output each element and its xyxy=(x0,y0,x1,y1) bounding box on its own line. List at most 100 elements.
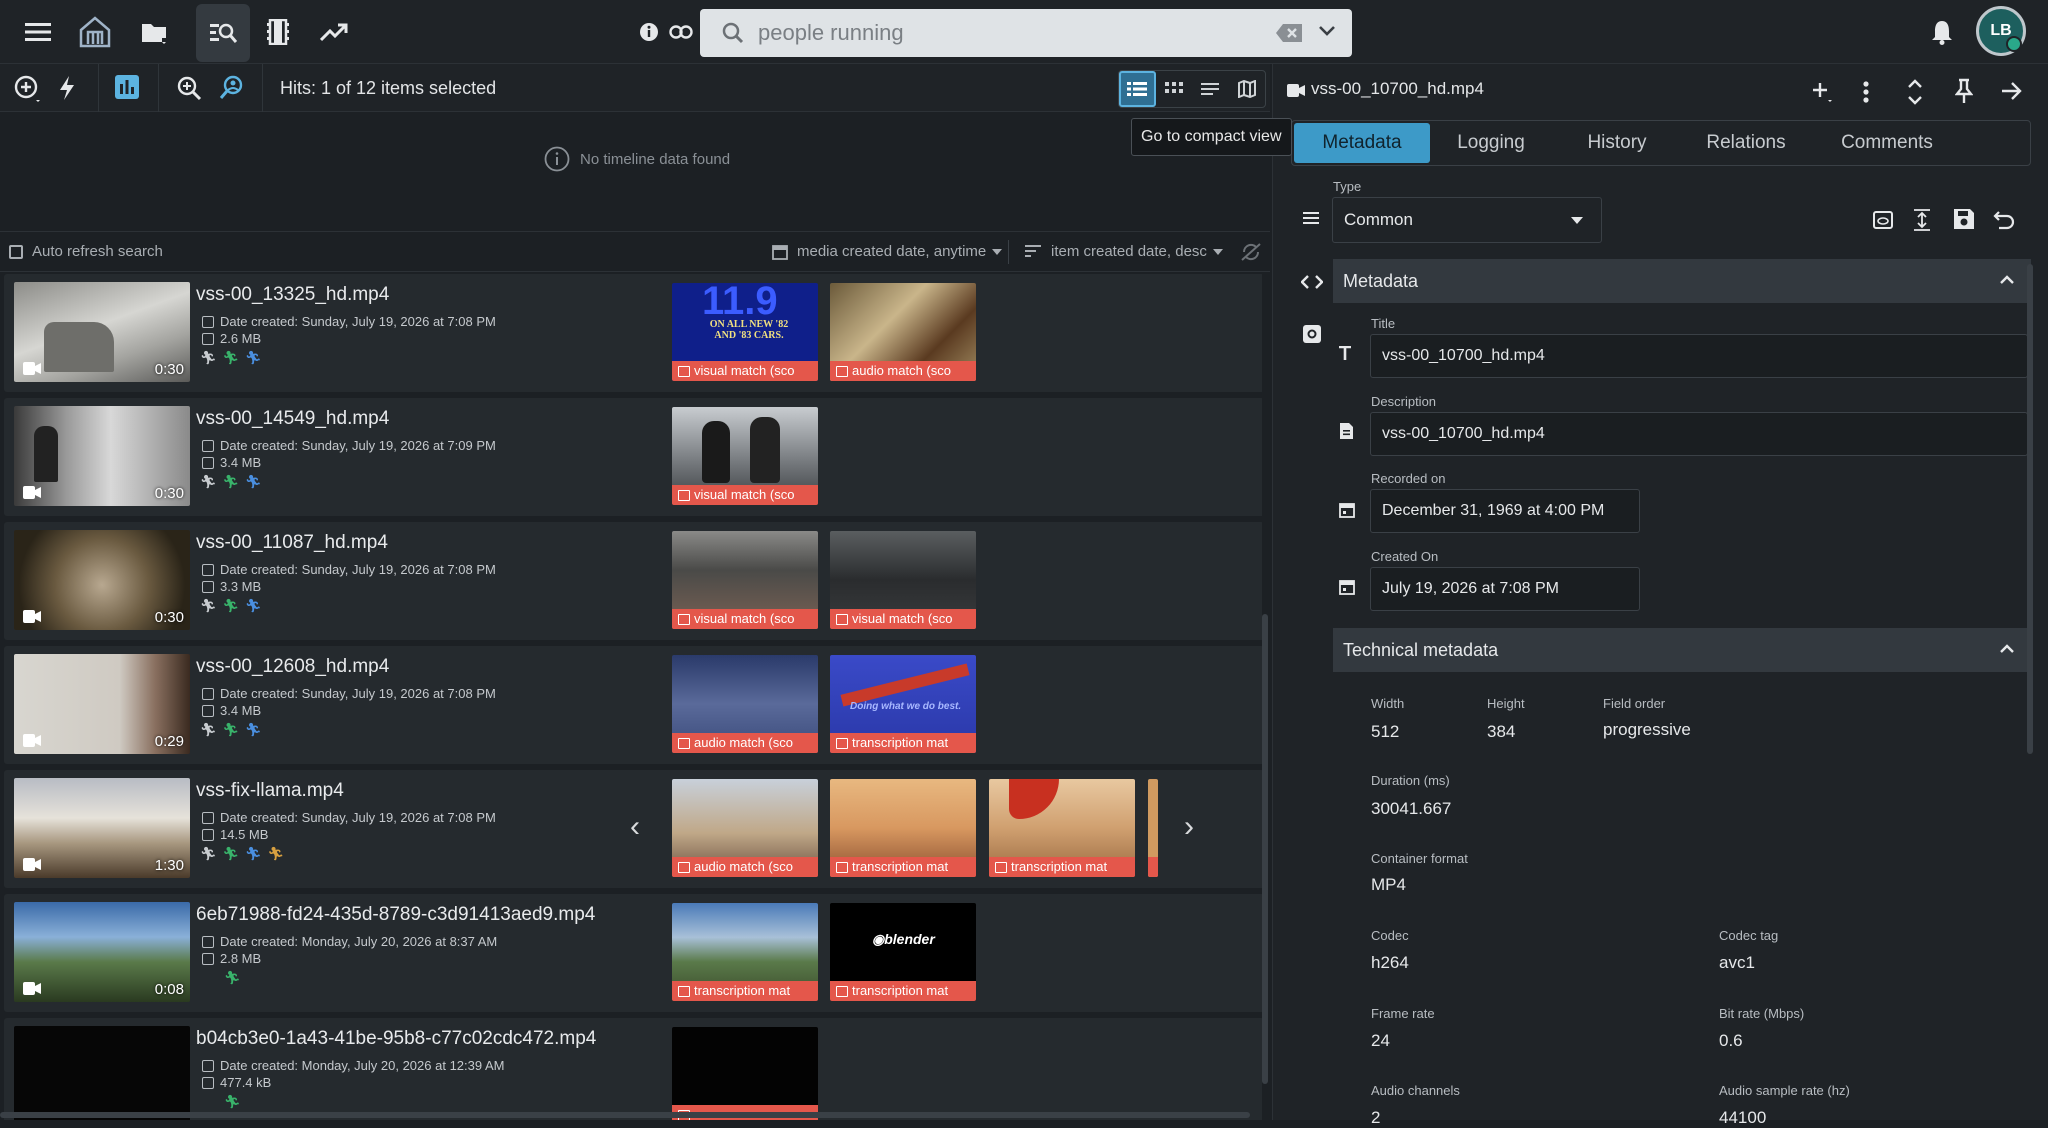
video-thumbnail[interactable]: 0:30 xyxy=(14,406,190,506)
undo-icon[interactable] xyxy=(1993,210,2015,230)
match-thumbnail[interactable]: transcription mat xyxy=(672,903,818,1001)
result-filename[interactable]: vss-00_12608_hd.mp4 xyxy=(196,656,389,678)
chevron-left-icon[interactable]: ‹ xyxy=(630,810,640,844)
add-icon[interactable] xyxy=(1811,81,1833,103)
more-vertical-icon[interactable] xyxy=(1863,81,1869,103)
video-thumbnail[interactable]: 0:29 xyxy=(14,654,190,754)
trending-icon[interactable] xyxy=(314,12,354,52)
result-row[interactable]: 0:29 vss-00_12608_hd.mp4 Date created: S… xyxy=(4,646,1262,764)
person-search-icon[interactable] xyxy=(219,75,245,101)
chevron-right-icon[interactable]: › xyxy=(1184,810,1194,844)
created-on-field[interactable]: July 19, 2026 at 7:08 PM xyxy=(1370,567,1640,611)
calendar-icon xyxy=(202,1059,214,1072)
metadata-section-header[interactable]: Metadata xyxy=(1333,259,2031,303)
home-logo-icon[interactable] xyxy=(74,12,116,52)
add-circle-icon[interactable] xyxy=(14,75,42,103)
lightning-icon[interactable] xyxy=(58,75,76,101)
description-field[interactable]: vss-00_10700_hd.mp4 xyxy=(1370,412,2028,456)
vertical-align-icon[interactable] xyxy=(1913,208,1931,232)
date-filter[interactable]: media created date, anytime xyxy=(797,243,986,260)
match-thumbnail[interactable]: 11.9 ON ALL NEW '82 AND '83 CARS. visual… xyxy=(672,283,818,381)
tab-history[interactable]: History xyxy=(1550,121,1684,165)
match-thumbnail[interactable]: visual match (sco xyxy=(672,407,818,505)
search-view-icon[interactable] xyxy=(196,4,250,62)
arrow-right-icon[interactable] xyxy=(2001,81,2023,101)
analysis-badges: 🏃︎ 🏃︎ 🏃︎ 🏃︎ xyxy=(200,846,284,862)
analysis-badges: 🏃︎ 🏃︎ 🏃︎ xyxy=(200,598,262,614)
match-thumbnail[interactable]: visual match (sco xyxy=(672,531,818,629)
video-thumbnail[interactable]: 0:30 xyxy=(14,530,190,630)
sync-off-icon[interactable] xyxy=(1240,242,1262,262)
horizontal-scrollbar[interactable] xyxy=(0,1112,1250,1118)
film-icon[interactable] xyxy=(258,12,298,52)
pin-icon[interactable] xyxy=(1955,78,1973,104)
technical-section-header[interactable]: Technical metadata xyxy=(1333,628,2031,672)
tab-relations[interactable]: Relations xyxy=(1684,121,1808,165)
sort-caret-icon[interactable] xyxy=(1213,249,1223,255)
result-filename[interactable]: b04cb3e0-1a43-41be-95b8-c77c02cdc472.mp4 xyxy=(196,1028,596,1050)
result-row[interactable]: 0:30 vss-00_14549_hd.mp4 Date created: S… xyxy=(4,398,1262,516)
bell-icon[interactable] xyxy=(1922,12,1962,52)
search-input[interactable] xyxy=(758,19,1258,47)
match-thumbnail[interactable]: transcription mat xyxy=(830,779,976,877)
results-scrollbar[interactable] xyxy=(1262,614,1268,1084)
type-select[interactable]: Common xyxy=(1332,197,1602,243)
detail-scrollbar[interactable] xyxy=(2027,264,2033,754)
match-thumbnail[interactable]: ◉blender transcription mat xyxy=(830,903,976,1001)
match-thumbnail[interactable]: Doing what we do best. transcription mat xyxy=(830,655,976,753)
result-row[interactable]: 0:08 6eb71988-fd24-435d-8789-c3d91413aed… xyxy=(4,894,1262,1012)
match-thumbnail[interactable]: audio match (sco xyxy=(672,655,818,753)
recorded-on-field[interactable]: December 31, 1969 at 4:00 PM xyxy=(1370,489,1640,533)
tab-logging[interactable]: Logging xyxy=(1432,121,1550,165)
video-thumbnail[interactable]: 0:08 xyxy=(14,902,190,1002)
title-field[interactable]: vss-00_10700_hd.mp4 xyxy=(1370,334,2028,378)
result-filename[interactable]: vss-fix-llama.mp4 xyxy=(196,780,344,802)
result-row[interactable]: 0:30 vss-00_13325_hd.mp4 Date created: S… xyxy=(4,274,1262,392)
tab-metadata[interactable]: Metadata xyxy=(1294,123,1430,163)
code-icon[interactable] xyxy=(1301,274,1323,290)
link-icon[interactable] xyxy=(664,12,698,52)
map-view-icon[interactable] xyxy=(1229,71,1265,107)
analytics-icon[interactable] xyxy=(114,74,140,100)
width-value: 512 xyxy=(1371,722,1400,741)
result-filename[interactable]: vss-00_14549_hd.mp4 xyxy=(196,408,389,430)
list-icon[interactable] xyxy=(1303,212,1319,224)
menu-icon[interactable] xyxy=(18,12,58,52)
match-thumbnail[interactable]: transcription mat xyxy=(989,779,1135,877)
date-filter-caret-icon[interactable] xyxy=(992,249,1002,255)
match-label: audio match (sco xyxy=(672,733,818,753)
video-thumbnail[interactable]: 1:30 xyxy=(14,778,190,878)
clear-search-icon[interactable] xyxy=(1276,24,1302,42)
chevron-down-icon[interactable] xyxy=(1318,25,1336,37)
video-thumbnail[interactable]: 0:30 xyxy=(14,282,190,382)
compact-view-icon[interactable] xyxy=(1192,71,1228,107)
result-filename[interactable]: vss-00_13325_hd.mp4 xyxy=(196,284,389,306)
auto-refresh-checkbox[interactable] xyxy=(9,245,23,259)
file-size-icon xyxy=(202,704,214,717)
list-view-icon[interactable] xyxy=(1119,71,1156,107)
grid-view-icon[interactable] xyxy=(1156,71,1192,107)
runner-icon: 🏃︎ xyxy=(200,474,217,489)
preview-icon[interactable] xyxy=(1873,210,1893,230)
info-icon[interactable] xyxy=(634,12,664,52)
match-thumbnail[interactable] xyxy=(672,1027,818,1120)
calendar-icon xyxy=(772,243,788,260)
result-row[interactable]: 0:30 vss-00_11087_hd.mp4 Date created: S… xyxy=(4,522,1262,640)
video-thumbnail[interactable] xyxy=(14,1026,190,1120)
settings-box-icon[interactable] xyxy=(1302,324,1322,344)
zoom-search-icon[interactable] xyxy=(176,75,202,101)
match-thumbnail[interactable]: visual match (sco xyxy=(830,531,976,629)
expand-collapse-icon[interactable] xyxy=(1907,78,1923,106)
result-filename[interactable]: vss-00_11087_hd.mp4 xyxy=(196,532,388,554)
match-thumbnail[interactable]: audio match (sco xyxy=(830,283,976,381)
file-size-icon xyxy=(202,580,214,593)
result-date: Date created: Sunday, July 19, 2026 at 7… xyxy=(202,562,496,577)
save-icon[interactable] xyxy=(1953,208,1975,230)
match-thumbnail[interactable]: audio match (sco xyxy=(672,779,818,877)
result-row[interactable]: 1:30 vss-fix-llama.mp4 Date created: Sun… xyxy=(4,770,1262,888)
result-filename[interactable]: 6eb71988-fd24-435d-8789-c3d91413aed9.mp4 xyxy=(196,904,595,926)
folder-icon[interactable] xyxy=(134,12,174,52)
tab-comments[interactable]: Comments xyxy=(1808,121,1966,165)
result-row[interactable]: b04cb3e0-1a43-41be-95b8-c77c02cdc472.mp4… xyxy=(4,1018,1262,1120)
sort-filter[interactable]: item created date, desc xyxy=(1051,243,1207,260)
